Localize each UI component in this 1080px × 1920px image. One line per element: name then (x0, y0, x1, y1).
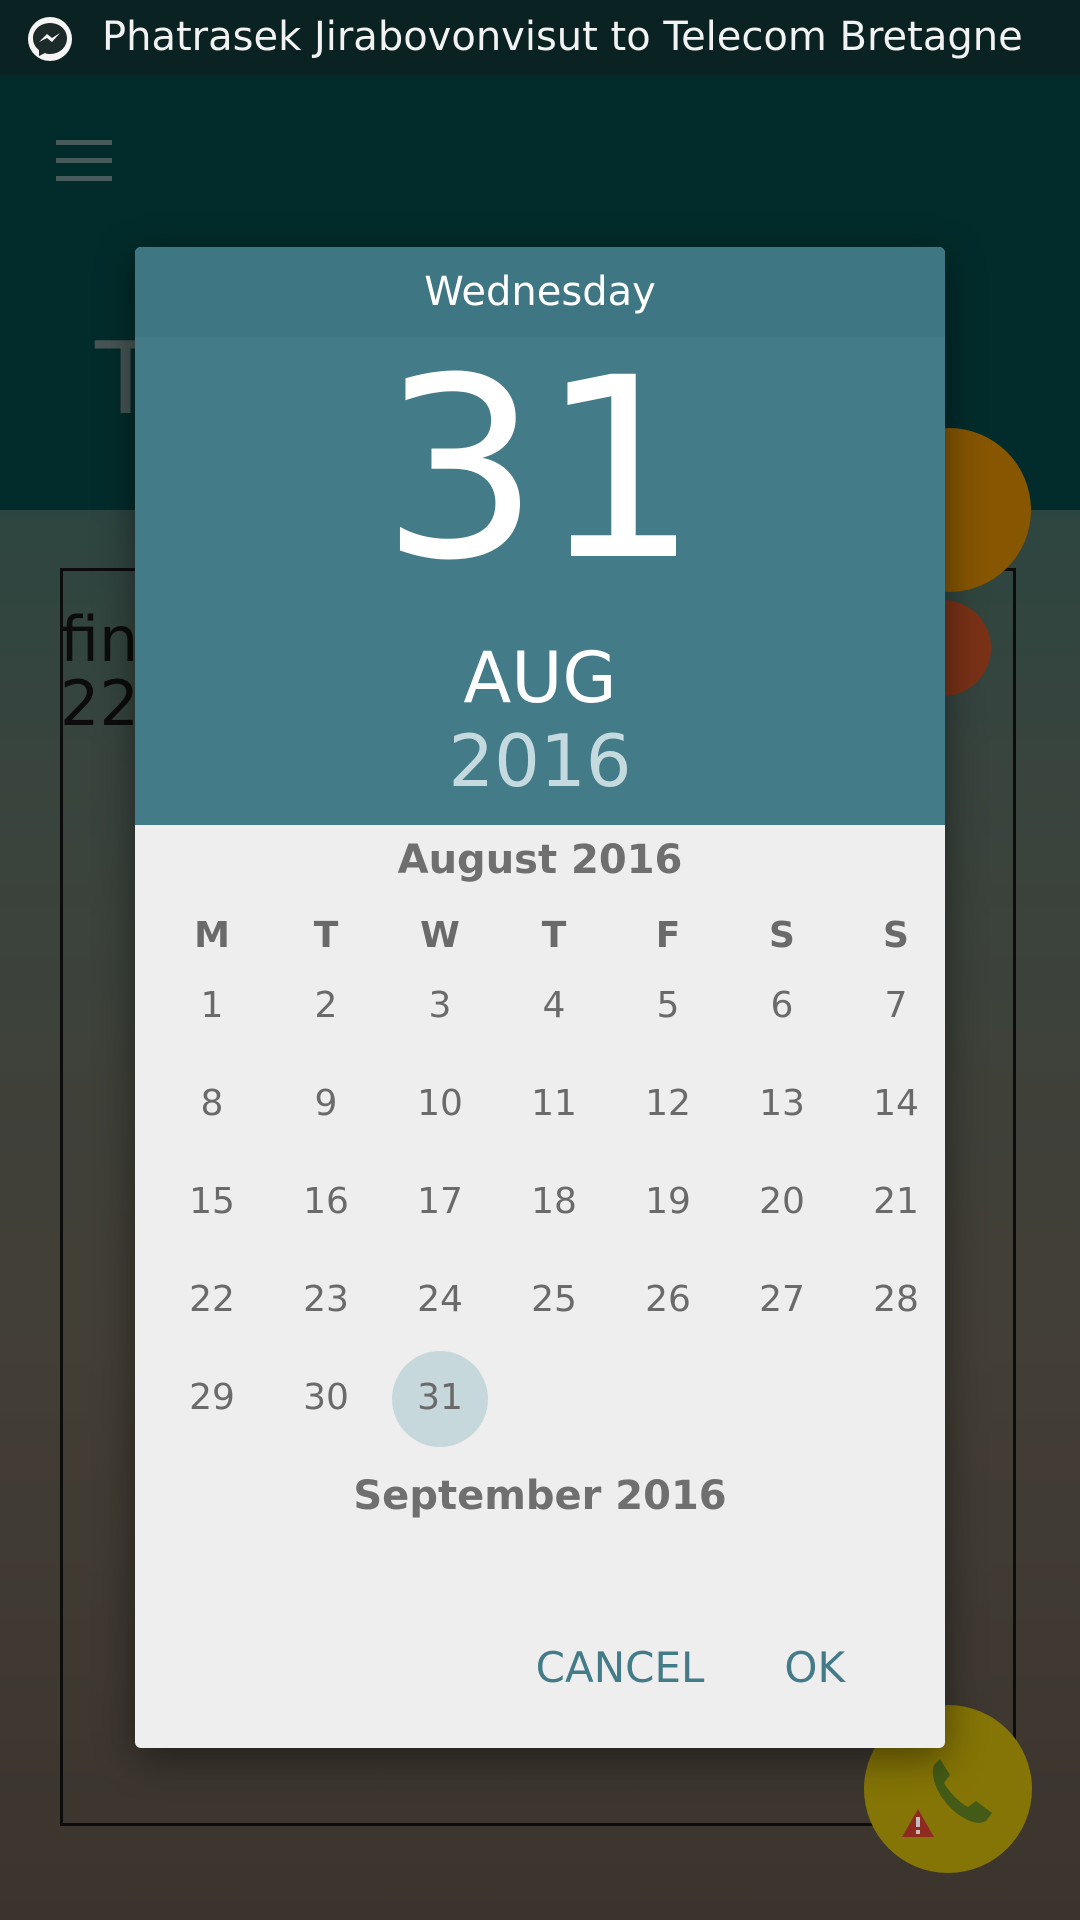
calendar-day[interactable]: 26 (611, 1253, 725, 1347)
calendar-day[interactable]: 20 (725, 1155, 839, 1249)
calendar-day-selected[interactable]: 31 (383, 1351, 497, 1447)
calendar-day[interactable]: 4 (497, 959, 611, 1053)
calendar-day[interactable]: 24 (383, 1253, 497, 1347)
calendar-day (839, 1351, 945, 1445)
weekday-label: S (883, 915, 909, 956)
calendar-day[interactable]: 3 (383, 959, 497, 1053)
calendar-day[interactable]: 27 (725, 1253, 839, 1347)
calendar-day[interactable]: 28 (839, 1253, 945, 1347)
calendar-day[interactable]: 6 (725, 959, 839, 1053)
weekday-label: T (541, 915, 567, 956)
calendar-day[interactable]: 2 (269, 959, 383, 1053)
selected-day-number: 31 (417, 1377, 463, 1418)
cancel-button[interactable]: CANCEL (496, 1628, 745, 1708)
calendar-day[interactable]: 1 (155, 959, 269, 1053)
weekday-label: S (769, 915, 795, 956)
calendar-day[interactable]: 30 (269, 1351, 383, 1445)
calendar-day[interactable]: 13 (725, 1057, 839, 1151)
selected-month[interactable]: AUG (135, 637, 945, 719)
calendar-day[interactable]: 5 (611, 959, 725, 1053)
calendar-day (611, 1351, 725, 1445)
selected-day[interactable]: 31 (135, 345, 945, 595)
notification-banner[interactable]: Phatrasek Jirabovonvisut to Telecom Bret… (0, 0, 1080, 75)
calendar-day[interactable]: 18 (497, 1155, 611, 1249)
dialog-actions: CANCEL OK (496, 1628, 945, 1708)
calendar-week: 15 16 17 18 19 20 21 (155, 1155, 945, 1249)
calendar-day[interactable]: 10 (383, 1057, 497, 1151)
calendar-week: 1 2 3 4 5 6 7 (155, 959, 945, 1053)
calendar-day[interactable]: 15 (155, 1155, 269, 1249)
calendar-day[interactable]: 8 (155, 1057, 269, 1151)
calendar-day[interactable]: 17 (383, 1155, 497, 1249)
selected-year[interactable]: 2016 (135, 719, 945, 803)
next-month-title: September 2016 (353, 1473, 727, 1519)
calendar-day (497, 1351, 611, 1445)
calendar-day[interactable]: 14 (839, 1057, 945, 1151)
weekday-label: T (313, 915, 339, 956)
selected-date-header: 31 AUG 2016 (135, 337, 945, 825)
calendar-day[interactable]: 21 (839, 1155, 945, 1249)
weekday-label: W (420, 915, 460, 956)
weekday-label: F (655, 915, 681, 956)
calendar-day[interactable]: 16 (269, 1155, 383, 1249)
ok-button[interactable]: OK (744, 1628, 945, 1708)
calendar-day[interactable]: 22 (155, 1253, 269, 1347)
weekday-header: M T W T F S S (155, 915, 945, 956)
calendar-day[interactable]: 25 (497, 1253, 611, 1347)
calendar-day[interactable]: 23 (269, 1253, 383, 1347)
calendar-week: 8 9 10 11 12 13 14 (155, 1057, 945, 1151)
messenger-icon (28, 17, 72, 61)
calendar-week: 29 30 31 (155, 1351, 945, 1447)
calendar-day (725, 1351, 839, 1445)
weekday-label: M (194, 915, 230, 956)
calendar-week: 22 23 24 25 26 27 28 (155, 1253, 945, 1347)
calendar-month-title: August 2016 (397, 837, 683, 883)
calendar-day[interactable]: 29 (155, 1351, 269, 1445)
calendar-day[interactable]: 11 (497, 1057, 611, 1151)
date-picker-dialog: Wednesday 31 AUG 2016 August 2016 M T W … (135, 247, 945, 1748)
calendar-day[interactable]: 7 (839, 959, 945, 1053)
calendar-day[interactable]: 9 (269, 1057, 383, 1151)
calendar-day[interactable]: 12 (611, 1057, 725, 1151)
calendar-day[interactable]: 19 (611, 1155, 725, 1249)
notification-title: Phatrasek Jirabovonvisut to Telecom Bret… (102, 14, 1023, 60)
